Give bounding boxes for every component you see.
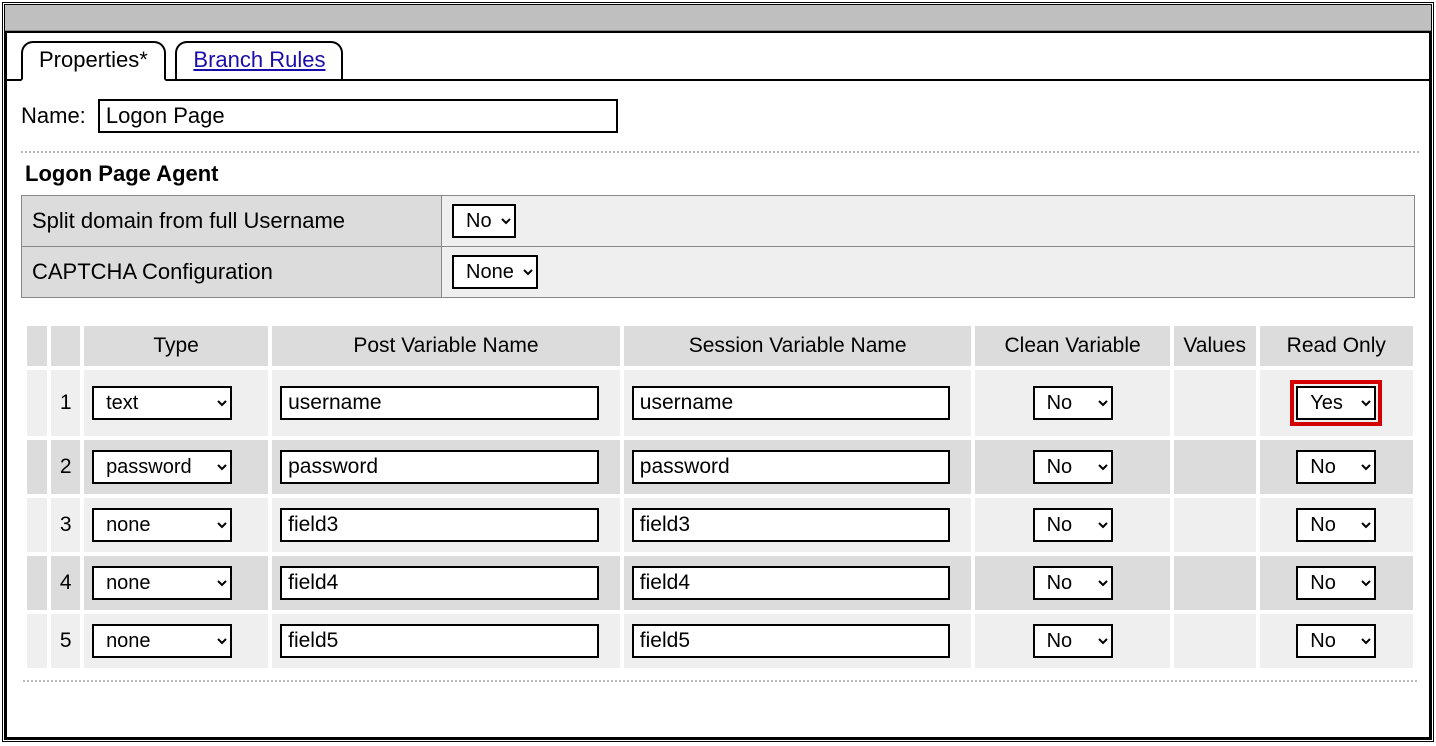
- table-row: 5 none No No: [27, 614, 1413, 668]
- session-variable-input[interactable]: [632, 624, 950, 658]
- clean-variable-select[interactable]: No: [1033, 566, 1113, 600]
- values-cell: [1174, 498, 1256, 552]
- name-row: Name:: [21, 99, 1419, 133]
- type-select[interactable]: password: [92, 450, 232, 484]
- agent-settings-table: Split domain from full Username No CAPTC…: [21, 195, 1415, 298]
- row-handle[interactable]: [27, 498, 47, 552]
- col-header-post: Post Variable Name: [272, 326, 620, 366]
- col-header-readonly: Read Only: [1260, 326, 1413, 366]
- post-variable-input[interactable]: [280, 450, 598, 484]
- table-row: 4 none No No: [27, 556, 1413, 610]
- post-variable-input[interactable]: [280, 566, 598, 600]
- post-variable-input[interactable]: [280, 386, 598, 420]
- captcha-select[interactable]: None: [452, 255, 538, 289]
- row-index: 3: [51, 498, 80, 552]
- fields-header-row: Type Post Variable Name Session Variable…: [27, 326, 1413, 366]
- col-header-index: [51, 326, 80, 366]
- clean-variable-select[interactable]: No: [1033, 624, 1113, 658]
- post-variable-input[interactable]: [280, 508, 598, 542]
- tabs-row: Properties* Branch Rules: [7, 39, 1429, 81]
- clean-variable-select[interactable]: No: [1033, 450, 1113, 484]
- row-handle[interactable]: [27, 556, 47, 610]
- row-handle[interactable]: [27, 370, 47, 436]
- row-index: 2: [51, 440, 80, 494]
- col-header-values: Values: [1174, 326, 1256, 366]
- split-domain-value-cell: No: [442, 196, 1415, 247]
- name-label: Name:: [21, 103, 86, 128]
- tab-properties[interactable]: Properties*: [21, 41, 166, 81]
- clean-variable-select[interactable]: No: [1033, 508, 1113, 542]
- session-variable-input[interactable]: [632, 450, 950, 484]
- row-index: 5: [51, 614, 80, 668]
- separator: [21, 151, 1419, 153]
- table-row: 3 none No No: [27, 498, 1413, 552]
- values-cell: [1174, 556, 1256, 610]
- session-variable-input[interactable]: [632, 566, 950, 600]
- type-select[interactable]: none: [92, 566, 232, 600]
- captcha-value-cell: None: [442, 247, 1415, 298]
- table-row: 1 text No Yes: [27, 370, 1413, 436]
- read-only-select[interactable]: No: [1296, 450, 1376, 484]
- col-header-type: Type: [84, 326, 268, 366]
- tab-branch-rules[interactable]: Branch Rules: [175, 41, 343, 79]
- split-domain-select[interactable]: No: [452, 204, 516, 238]
- clean-variable-select[interactable]: No: [1033, 386, 1113, 420]
- type-select[interactable]: none: [92, 624, 232, 658]
- read-only-select[interactable]: Yes: [1296, 386, 1376, 420]
- read-only-highlight: Yes: [1290, 380, 1382, 426]
- col-header-handle: [27, 326, 47, 366]
- fields-table: Type Post Variable Name Session Variable…: [23, 322, 1417, 672]
- type-select[interactable]: text: [92, 386, 232, 420]
- table-row: 2 password No No: [27, 440, 1413, 494]
- post-variable-input[interactable]: [280, 624, 598, 658]
- session-variable-input[interactable]: [632, 508, 950, 542]
- panel-body: Properties* Branch Rules Name: Logon Pag…: [5, 31, 1431, 739]
- col-header-session: Session Variable Name: [624, 326, 972, 366]
- split-domain-label: Split domain from full Username: [22, 196, 442, 247]
- tab-properties-label: Properties*: [39, 47, 148, 72]
- row-index: 1: [51, 370, 80, 436]
- tab-branch-rules-link[interactable]: Branch Rules: [193, 47, 325, 72]
- values-cell: [1174, 370, 1256, 436]
- row-handle[interactable]: [27, 614, 47, 668]
- values-cell: [1174, 614, 1256, 668]
- window-titlebar: [5, 5, 1431, 31]
- bottom-separator: [23, 680, 1417, 682]
- read-only-select[interactable]: No: [1296, 508, 1376, 542]
- type-select[interactable]: none: [92, 508, 232, 542]
- name-input[interactable]: [98, 99, 618, 133]
- section-title: Logon Page Agent: [25, 161, 1419, 187]
- read-only-select[interactable]: No: [1296, 624, 1376, 658]
- session-variable-input[interactable]: [632, 386, 950, 420]
- row-handle[interactable]: [27, 440, 47, 494]
- col-header-clean: Clean Variable: [975, 326, 1169, 366]
- row-index: 4: [51, 556, 80, 610]
- window-frame: Properties* Branch Rules Name: Logon Pag…: [2, 2, 1434, 742]
- read-only-select[interactable]: No: [1296, 566, 1376, 600]
- values-cell: [1174, 440, 1256, 494]
- captcha-label: CAPTCHA Configuration: [22, 247, 442, 298]
